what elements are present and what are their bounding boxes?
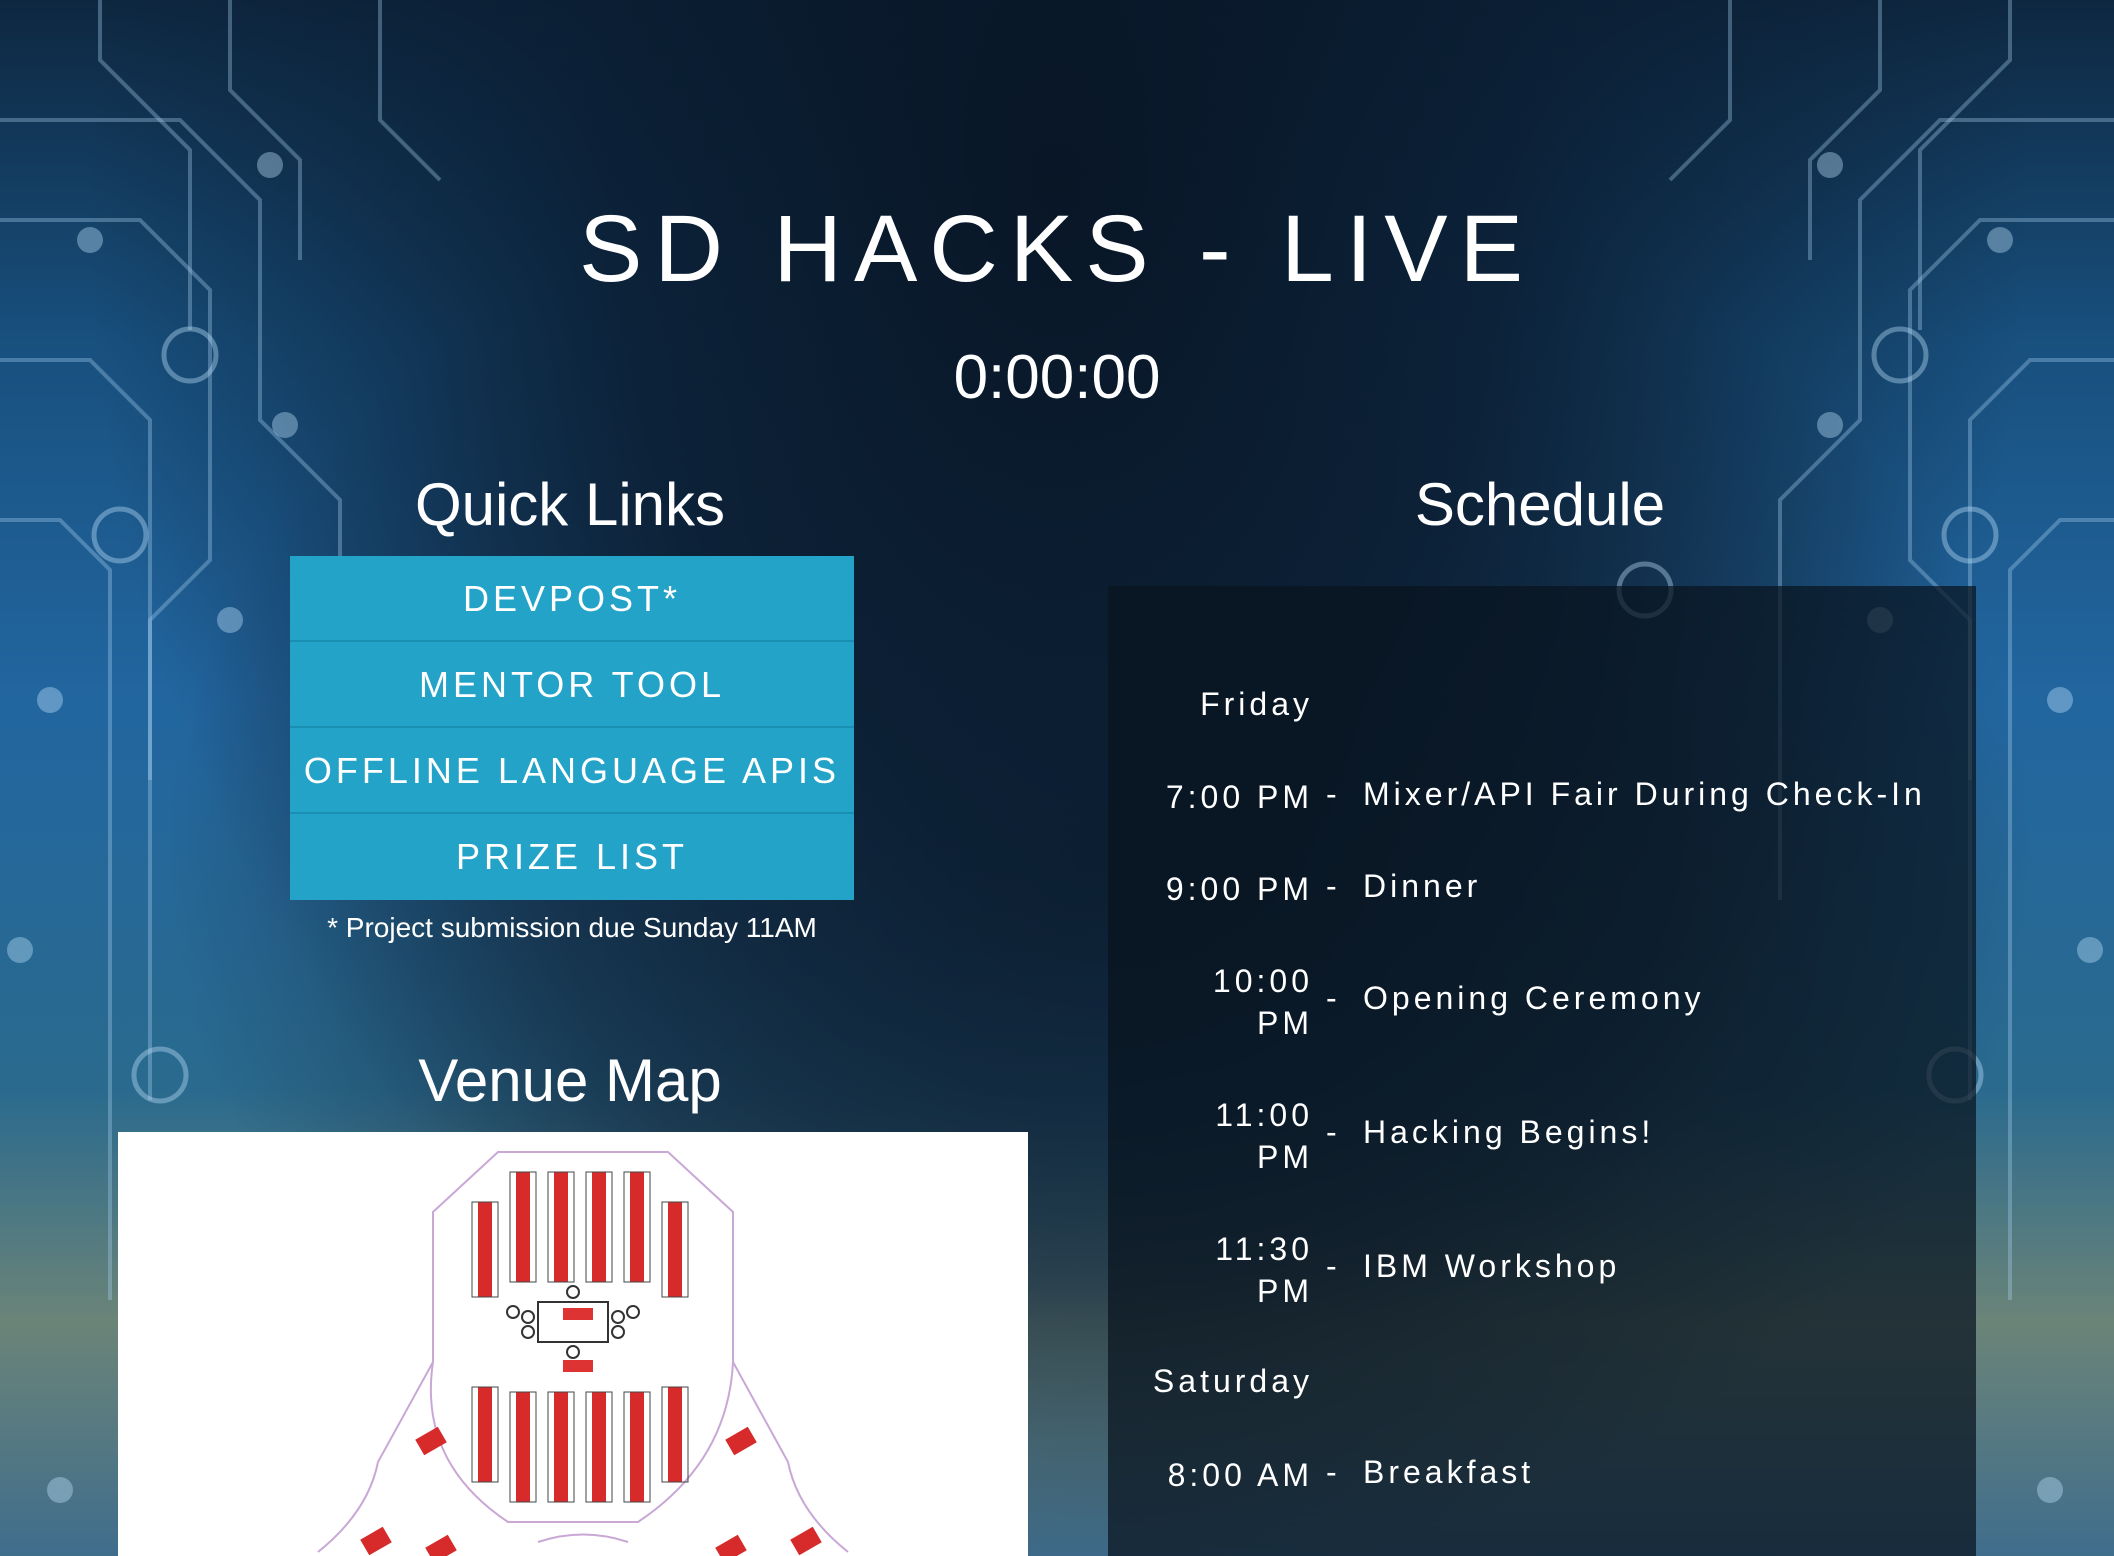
event-name: Breakfast [1363, 1454, 1535, 1490]
event-name: IBM Workshop [1363, 1248, 1621, 1284]
schedule-panel: Friday 7:00 PM - Mixer/API Fair During C… [1108, 586, 1976, 1556]
event-separator: - [1326, 868, 1341, 904]
event-time-line2: PM [1257, 1273, 1313, 1309]
event-name: Dinner [1363, 868, 1482, 904]
venue-map-image [118, 1132, 1028, 1556]
event-name: Mixer/API Fair During Check-In [1363, 776, 1926, 812]
map-table-block [516, 1172, 530, 1282]
map-table-block [592, 1172, 606, 1282]
map-table-block [554, 1172, 568, 1282]
map-side-table [415, 1426, 447, 1456]
event-time: 10:00 PM [1213, 960, 1313, 1044]
event-separator: - [1326, 1248, 1341, 1284]
mentor-tool-link[interactable]: MENTOR TOOL [290, 642, 854, 728]
day-label: Saturday [1152, 1363, 1313, 1399]
map-table-block [478, 1202, 492, 1297]
page-title: SD HACKS - LIVE [578, 196, 1536, 302]
map-table-block [630, 1392, 644, 1502]
map-table-block [592, 1392, 606, 1502]
event-time: 9:00 PM [1165, 871, 1313, 907]
event-time: 11:00 PM [1215, 1094, 1313, 1178]
event-time-line1: 11:00 [1215, 1097, 1313, 1133]
map-table-block [554, 1392, 568, 1502]
event-name: Opening Ceremony [1363, 980, 1705, 1016]
map-table-block [668, 1202, 682, 1297]
prize-list-link[interactable]: PRIZE LIST [290, 814, 854, 900]
map-side-table [360, 1526, 392, 1556]
offline-language-apis-link[interactable]: OFFLINE LANGUAGE APIS [290, 728, 854, 814]
map-table-block [668, 1387, 682, 1482]
quick-links-heading: Quick Links [414, 471, 726, 538]
event-separator: - [1326, 1454, 1341, 1490]
countdown-timer: 0:00:00 [953, 343, 1161, 412]
event-time: 11:30 PM [1215, 1228, 1313, 1312]
map-side-table [790, 1526, 822, 1556]
event-separator: - [1326, 1114, 1341, 1150]
event-time: 7:00 PM [1165, 779, 1313, 815]
schedule-heading: Schedule [1414, 471, 1666, 538]
day-label: Friday [1200, 686, 1313, 722]
event-time: 8:00 AM [1167, 1457, 1313, 1493]
quick-links-list: DEVPOST* MENTOR TOOL OFFLINE LANGUAGE AP… [290, 556, 854, 900]
map-table-block [516, 1392, 530, 1502]
map-side-table [725, 1426, 757, 1456]
event-name: Hacking Begins! [1363, 1114, 1655, 1150]
map-table-block [478, 1387, 492, 1482]
submission-note: * Project submission due Sunday 11AM [327, 912, 817, 943]
event-separator: - [1326, 980, 1341, 1016]
map-side-table [425, 1534, 457, 1556]
event-time-line1: 10:00 [1212, 963, 1313, 999]
map-table-block [630, 1172, 644, 1282]
event-time-line1: 11:30 [1215, 1231, 1313, 1267]
event-time-line2: PM [1257, 1005, 1313, 1041]
event-separator: - [1326, 776, 1341, 812]
map-side-table [715, 1534, 747, 1556]
devpost-link[interactable]: DEVPOST* [290, 556, 854, 642]
venue-map-heading: Venue Map [418, 1047, 722, 1114]
event-time-line2: PM [1257, 1139, 1313, 1175]
